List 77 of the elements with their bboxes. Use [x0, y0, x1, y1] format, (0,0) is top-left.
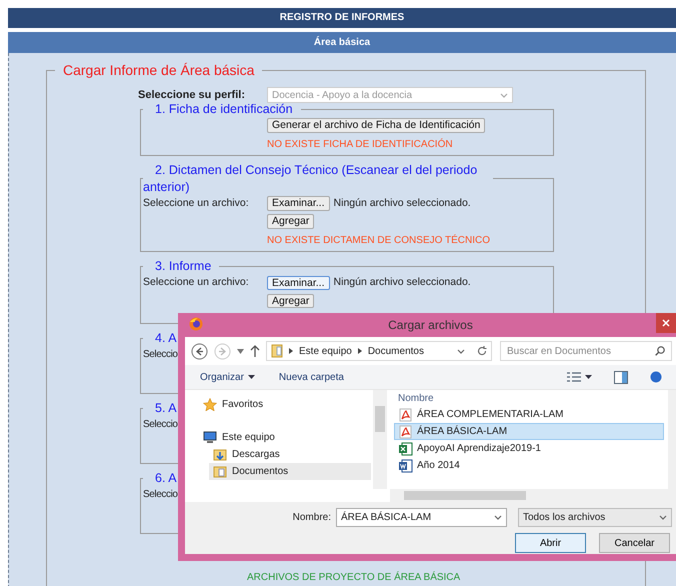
nav-item[interactable]: Documentos [209, 463, 371, 480]
address-bar[interactable]: Este equipo Documentos [266, 341, 492, 361]
browser-logo-icon [189, 317, 203, 331]
file-status: Ningún archivo seleccionado. [334, 196, 471, 211]
file-type-select[interactable]: Todos los archivos [518, 508, 672, 527]
search-icon [655, 346, 665, 356]
chevron-icon [500, 92, 508, 99]
document-file-icon [399, 458, 413, 472]
browse-button[interactable]: Examinar... [267, 276, 330, 290]
computer-icon [203, 431, 217, 444]
section-title: Área básica [8, 32, 676, 53]
profile-select: Docencia - Apoyo a la docencia [266, 87, 513, 104]
chevron-right-icon [358, 348, 362, 354]
preview-pane-icon[interactable] [614, 370, 628, 384]
nav-item[interactable]: Descargas [209, 446, 371, 463]
filename-field[interactable]: ÁREA BÁSICA-LAM [336, 508, 507, 527]
generate-button[interactable]: Generar el archivo de Ficha de Identificación [267, 118, 486, 133]
file-item[interactable]: ApoyoAI Aprendizaje2019-1 [394, 440, 664, 457]
chevron-icon [659, 514, 667, 521]
close-button[interactable] [656, 313, 676, 333]
dialog-title: Cargar archivos [388, 317, 473, 334]
dialog-button[interactable]: Cancelar [599, 533, 670, 553]
section-note: ARCHIVOS DE PROYECTO DE ÁREA BÁSICA [247, 570, 460, 585]
search-placeholder: Buscar en Documentos [507, 344, 611, 358]
folder-icon [213, 465, 227, 478]
toolbar-button[interactable]: Nueva carpeta [278, 368, 345, 386]
dialog-button[interactable]: Abrir [515, 533, 586, 553]
file-item[interactable]: ÁREA BÁSICA-LAM [394, 423, 664, 440]
profile-label: Seleccione su perfil: [138, 88, 245, 103]
file-label: Seleccione un archivo: [143, 196, 250, 211]
folder-icon [271, 344, 283, 358]
error-message: NO EXISTE DICTAMEN DE CONSEJO TÉCNICO [267, 233, 491, 248]
caret-icon[interactable] [585, 375, 592, 379]
nav-item[interactable]: Este equipo [199, 429, 371, 446]
file-status: Ningún archivo seleccionado. [334, 275, 471, 290]
section-heading: 1. Ficha de identificación [154, 101, 294, 118]
pdf-file-icon [399, 408, 413, 422]
file-item[interactable]: ÁREA COMPLEMENTARIA-LAM [394, 406, 664, 423]
file-label: Seleccio [143, 418, 178, 432]
chevron-icon [457, 348, 465, 354]
file-item[interactable]: Año 2014 [394, 457, 664, 474]
dropdown-icon[interactable] [237, 348, 244, 354]
close-icon [662, 319, 670, 327]
toolbar-button[interactable]: Organizar [199, 368, 256, 386]
add-button[interactable]: Agregar [267, 294, 314, 308]
search-field[interactable]: Buscar en Documentos [500, 341, 672, 361]
scrollbar[interactable] [668, 390, 676, 489]
section-heading: 6. A [154, 470, 178, 488]
up-arrow-icon[interactable] [250, 345, 260, 357]
breadcrumb-item[interactable]: Documentos [368, 344, 424, 358]
form-legend: Cargar Informe de Área básica [55, 62, 262, 79]
add-button[interactable]: Agregar [267, 214, 314, 230]
chevron-right-icon [289, 348, 293, 354]
filename-label: Nombre: [292, 511, 331, 525]
list-view-icon[interactable] [567, 372, 581, 382]
page-title: REGISTRO DE INFORMES [8, 8, 676, 28]
section-heading: 4. A [154, 330, 178, 348]
file-label: Seleccio [143, 488, 178, 502]
section-heading: 2. Dictamen del Consejo Técnico (Escanear el del periodo anterior) [143, 162, 478, 196]
error-message: NO EXISTE FICHA DE IDENTIFICACIÓN [267, 137, 454, 152]
scrollbar[interactable] [373, 390, 387, 489]
star-icon [203, 398, 217, 411]
refresh-icon[interactable] [477, 346, 487, 356]
browse-button[interactable]: Examinar... [267, 196, 330, 211]
chevron-icon [494, 514, 502, 521]
spreadsheet-file-icon [399, 442, 413, 456]
file-label: Seleccione un archivo: [143, 275, 250, 290]
nav-item[interactable]: Favoritos [199, 396, 371, 413]
file-label: Seleccio [143, 348, 178, 362]
section-heading: 3. Informe [154, 258, 212, 276]
breadcrumb-item[interactable]: Este equipo [299, 344, 352, 358]
download-folder-icon [213, 448, 227, 461]
horizontal-scrollbar[interactable] [390, 489, 676, 502]
back-icon[interactable] [191, 342, 208, 360]
column-header[interactable]: Nombre [398, 391, 434, 406]
pdf-file-icon [399, 424, 413, 438]
section-heading: 5. A [154, 400, 178, 418]
